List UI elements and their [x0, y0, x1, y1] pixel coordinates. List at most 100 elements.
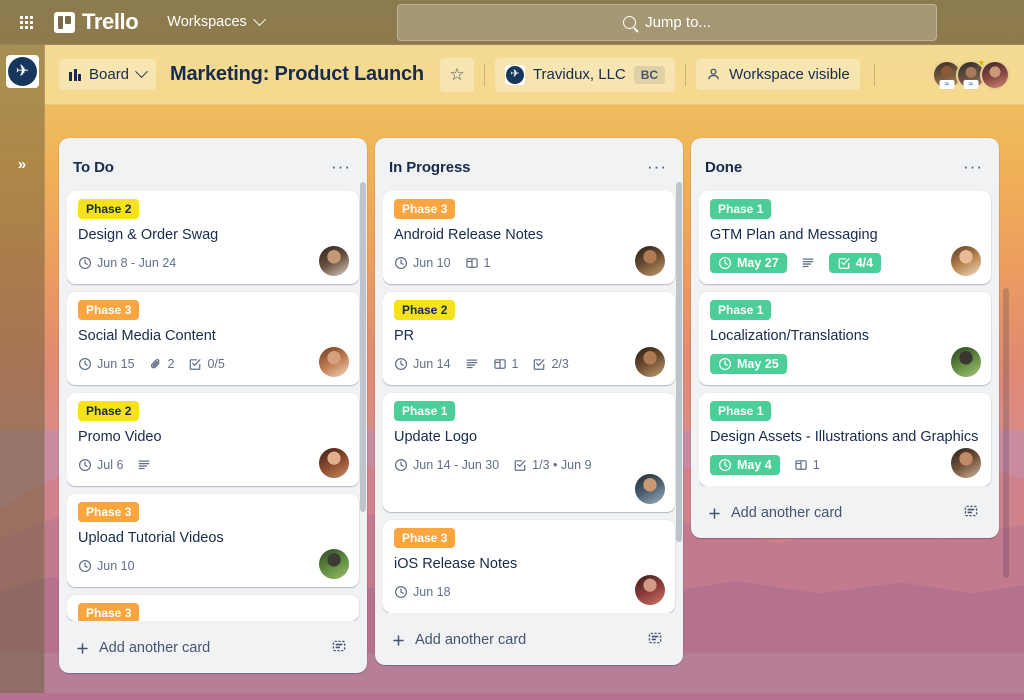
card-title: Upload Tutorial Videos: [78, 528, 349, 548]
card-label[interactable]: Phase 1: [710, 199, 771, 219]
card[interactable]: Phase 3Android Release Notes Jun 10 1: [383, 191, 675, 284]
card-badge[interactable]: May 27: [710, 253, 787, 273]
card-badge[interactable]: [465, 357, 479, 371]
card-label[interactable]: Phase 2: [394, 300, 455, 320]
card-badge[interactable]: Jun 14 - Jun 30: [394, 458, 499, 472]
card[interactable]: Phase 2 PR Jun 14: [383, 292, 675, 385]
card-badge[interactable]: 1/3 • Jun 9: [513, 458, 591, 472]
card[interactable]: Phase 1Update Logo Jun 14 - Jun 30 1/3 •…: [383, 393, 675, 512]
card-badge[interactable]: Jun 14: [394, 357, 451, 371]
card[interactable]: Phase 3: [67, 595, 359, 621]
avatar[interactable]: [635, 474, 665, 504]
card-badge[interactable]: 2/3: [532, 357, 568, 371]
card-badge[interactable]: Jun 10: [394, 256, 451, 270]
card-label[interactable]: Phase 3: [78, 603, 139, 621]
board-scrollbar[interactable]: [1003, 288, 1009, 578]
card-label[interactable]: Phase 2: [78, 199, 139, 219]
card-badge[interactable]: Jul 6: [78, 458, 123, 472]
search-input[interactable]: Jump to...: [397, 4, 937, 41]
card-title: PR: [394, 326, 665, 346]
avatar[interactable]: [319, 246, 349, 276]
card[interactable]: Phase 1GTM Plan and Messaging May 27: [699, 191, 991, 284]
card[interactable]: Phase 1Localization/Translations May 25: [699, 292, 991, 385]
card-badges: May 27 4/4: [710, 250, 981, 276]
card[interactable]: Phase 2Design & Order Swag Jun 8 - Jun 2…: [67, 191, 359, 284]
visibility-button[interactable]: Workspace visible: [696, 59, 860, 90]
card[interactable]: Phase 1Design Assets - Illustrations and…: [699, 393, 991, 486]
description-icon: [137, 458, 151, 472]
list-title[interactable]: In Progress: [389, 159, 470, 176]
card-badge[interactable]: May 25: [710, 354, 787, 374]
avatar[interactable]: [980, 60, 1010, 90]
board-view-label: Board: [89, 66, 129, 83]
card-badge-text: 1: [813, 458, 820, 472]
card-template-icon[interactable]: [331, 638, 347, 658]
board-view-switcher[interactable]: Board: [59, 59, 156, 90]
card-badge[interactable]: [801, 256, 815, 270]
card-template-icon[interactable]: [647, 630, 663, 650]
trello-home-link[interactable]: Trello: [48, 6, 144, 38]
star-outline-icon: ☆: [449, 65, 464, 85]
search-placeholder: Jump to...: [645, 14, 711, 31]
card-label[interactable]: Phase 2: [78, 401, 139, 421]
add-card-label: Add another card: [99, 640, 210, 656]
card-badge-text: Jun 14 - Jun 30: [413, 458, 499, 472]
card-label[interactable]: Phase 1: [710, 401, 771, 421]
avatar[interactable]: [951, 246, 981, 276]
checklist-icon: [188, 357, 202, 371]
card-badge[interactable]: 0/5: [188, 357, 224, 371]
card-label[interactable]: Phase 3: [394, 528, 455, 548]
card-badge[interactable]: Jun 10: [78, 559, 135, 573]
card-badge[interactable]: 1: [493, 357, 519, 371]
list-scrollbar[interactable]: [360, 182, 366, 512]
avatar[interactable]: [635, 575, 665, 605]
card[interactable]: Phase 3Social Media Content Jun 15 2: [67, 292, 359, 385]
card-label[interactable]: Phase 3: [78, 502, 139, 522]
card-badge[interactable]: 4/4: [829, 253, 881, 273]
avatar[interactable]: [951, 448, 981, 478]
card-badge[interactable]: 2: [149, 357, 175, 371]
card[interactable]: Phase 2Promo Video Jul 6: [67, 393, 359, 486]
card-template-icon[interactable]: [963, 503, 979, 523]
avatar[interactable]: [635, 347, 665, 377]
card[interactable]: Phase 3 Upload Tutorial Videos Jun 10: [67, 494, 359, 587]
list-actions-icon[interactable]: ···: [327, 153, 355, 181]
card-badge[interactable]: May 4: [710, 455, 780, 475]
workspace-button[interactable]: ✈ Travidux, LLC BC: [495, 58, 675, 92]
card-label[interactable]: Phase 1: [710, 300, 771, 320]
avatar[interactable]: [319, 448, 349, 478]
card-badge[interactable]: Jun 8 - Jun 24: [78, 256, 176, 270]
avatar[interactable]: [951, 347, 981, 377]
avatar[interactable]: [635, 246, 665, 276]
sidebar-expand-button[interactable]: »: [11, 153, 33, 175]
add-another-card-button[interactable]: Add another card: [383, 621, 679, 657]
list-title[interactable]: Done: [705, 159, 742, 176]
card-label[interactable]: Phase 1: [394, 401, 455, 421]
card-badge[interactable]: Jun 15: [78, 357, 135, 371]
star-board-button[interactable]: ☆: [440, 58, 474, 92]
list-title[interactable]: To Do: [73, 159, 114, 176]
avatar[interactable]: [319, 347, 349, 377]
card[interactable]: Phase 3iOS Release Notes Jun 18: [383, 520, 675, 613]
card-label[interactable]: Phase 3: [394, 199, 455, 219]
card-label[interactable]: Phase 3: [78, 300, 139, 320]
card-badge[interactable]: 1: [794, 458, 820, 472]
list-header: In Progress ···: [383, 146, 679, 191]
add-another-card-button[interactable]: Add another card: [699, 494, 995, 530]
card-badge[interactable]: [137, 458, 151, 472]
card-badges: Jul 6: [78, 452, 349, 478]
avatar[interactable]: [319, 549, 349, 579]
add-another-card-button[interactable]: Add another card: [67, 629, 363, 665]
list-actions-icon[interactable]: ···: [959, 153, 987, 181]
board-canvas: To Do ··· Phase 2Design & Order Swag Jun …: [45, 105, 1024, 693]
list-scrollbar[interactable]: [676, 182, 682, 542]
card-badge[interactable]: Jun 18: [394, 585, 451, 599]
card-badge[interactable]: 1: [465, 256, 491, 270]
workspace-logo[interactable]: ✈: [6, 55, 39, 88]
member-badge: ≈: [940, 80, 955, 89]
app-switcher-button[interactable]: [10, 6, 42, 38]
brand-name: Trello: [82, 9, 138, 35]
card-badges: May 25: [710, 351, 981, 377]
workspaces-menu-button[interactable]: Workspaces: [158, 8, 273, 36]
list-actions-icon[interactable]: ···: [643, 153, 671, 181]
